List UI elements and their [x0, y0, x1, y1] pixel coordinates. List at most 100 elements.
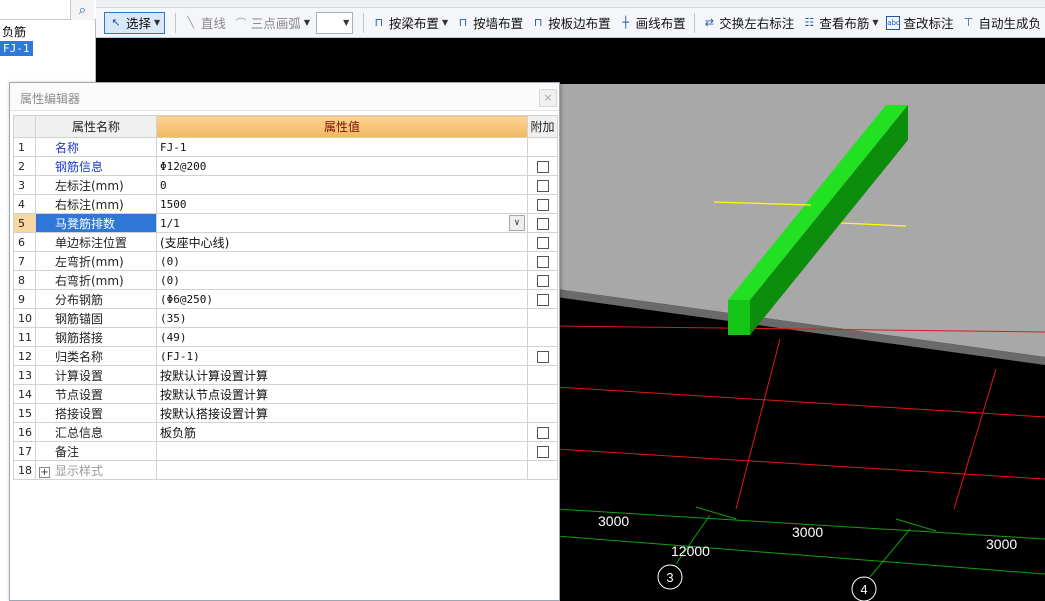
property-add-cell[interactable]: [527, 346, 558, 366]
wall-place-button[interactable]: ⊓ 按墙布置: [452, 12, 527, 34]
toolbar-combo[interactable]: ▼: [316, 11, 354, 34]
property-row[interactable]: 13 计算设置 按默认计算设置计算: [13, 365, 558, 385]
select-button[interactable]: ↖ 选择 ▼: [104, 11, 166, 34]
property-row[interactable]: 9 分布钢筋 (Φ6@250): [13, 289, 558, 309]
arc-button[interactable]: ⌒ 三点画弧 ▼: [230, 12, 314, 34]
property-name[interactable]: 左标注(mm): [35, 175, 157, 195]
property-name[interactable]: 钢筋信息: [35, 156, 157, 176]
check-labels-button[interactable]: abc 查改标注: [882, 12, 957, 34]
property-value[interactable]: 1500: [156, 194, 528, 214]
expand-icon[interactable]: +: [39, 466, 50, 478]
property-value[interactable]: [156, 460, 528, 480]
property-name[interactable]: + 显示样式: [35, 460, 157, 480]
search-icon[interactable]: ⌕: [70, 0, 94, 20]
property-row[interactable]: 18 + 显示样式: [13, 460, 558, 480]
property-value[interactable]: (Φ6@250): [156, 289, 528, 309]
property-add-cell[interactable]: [527, 232, 558, 252]
property-name[interactable]: 右标注(mm): [35, 194, 157, 214]
tree-item-selected[interactable]: FJ-1: [0, 41, 33, 56]
property-row[interactable]: 8 右弯折(mm) (0): [13, 270, 558, 290]
add-checkbox[interactable]: [536, 236, 549, 249]
property-name[interactable]: 归类名称: [35, 346, 157, 366]
property-row[interactable]: 17 备注: [13, 441, 558, 461]
property-name[interactable]: 搭接设置: [35, 403, 157, 423]
property-value[interactable]: [156, 441, 528, 461]
property-row[interactable]: 5 马凳筋排数 1/1 ∨: [13, 213, 558, 233]
property-value[interactable]: 按默认计算设置计算: [156, 365, 528, 385]
property-name[interactable]: 钢筋搭接: [35, 327, 157, 347]
property-row[interactable]: 7 左弯折(mm) (0): [13, 251, 558, 271]
add-checkbox[interactable]: [536, 293, 549, 306]
header-add[interactable]: 附加: [527, 115, 558, 138]
property-value[interactable]: (0): [156, 251, 528, 271]
line-button[interactable]: ╲ 直线: [180, 12, 230, 34]
property-name[interactable]: 节点设置: [35, 384, 157, 404]
close-icon[interactable]: ×: [539, 89, 557, 107]
property-value[interactable]: 按默认节点设置计算: [156, 384, 528, 404]
add-checkbox[interactable]: [536, 217, 549, 230]
property-value[interactable]: FJ-1: [156, 137, 528, 157]
property-row[interactable]: 15 搭接设置 按默认搭接设置计算: [13, 403, 558, 423]
property-name[interactable]: 汇总信息: [35, 422, 157, 442]
property-add-cell[interactable]: [527, 194, 558, 214]
add-checkbox[interactable]: [536, 198, 549, 211]
property-value[interactable]: (0): [156, 270, 528, 290]
property-value[interactable]: (支座中心线): [156, 232, 528, 252]
property-row[interactable]: 2 钢筋信息 Φ12@200: [13, 156, 558, 176]
property-row[interactable]: 4 右标注(mm) 1500: [13, 194, 558, 214]
property-name[interactable]: 备注: [35, 441, 157, 461]
property-value[interactable]: 按默认搭接设置计算: [156, 403, 528, 423]
property-value[interactable]: (35): [156, 308, 528, 328]
view-rebar-button[interactable]: ☷ 查看布筋 ▼: [798, 12, 882, 34]
add-checkbox[interactable]: [536, 179, 549, 192]
property-row[interactable]: 12 归类名称 (FJ-1): [13, 346, 558, 366]
property-editor-title-bar[interactable]: 属性编辑器 ×: [10, 83, 559, 111]
property-value[interactable]: 0: [156, 175, 528, 195]
add-checkbox[interactable]: [536, 160, 549, 173]
property-name[interactable]: 计算设置: [35, 365, 157, 385]
property-value[interactable]: (FJ-1): [156, 346, 528, 366]
property-name[interactable]: 左弯折(mm): [35, 251, 157, 271]
draw-line-place-button[interactable]: ┼ 画线布置: [615, 12, 690, 34]
property-add-cell[interactable]: [527, 441, 558, 461]
property-row[interactable]: 16 汇总信息 板负筋: [13, 422, 558, 442]
property-row[interactable]: 6 单边标注位置 (支座中心线): [13, 232, 558, 252]
property-name[interactable]: 钢筋锚固: [35, 308, 157, 328]
property-value[interactable]: (49): [156, 327, 528, 347]
property-row[interactable]: 14 节点设置 按默认节点设置计算: [13, 384, 558, 404]
property-value[interactable]: 1/1 ∨: [156, 213, 528, 233]
beam-place-button[interactable]: ⊓ 按梁布置 ▼: [368, 12, 452, 34]
property-add-cell[interactable]: [527, 289, 558, 309]
property-value[interactable]: Φ12@200: [156, 156, 528, 176]
add-checkbox[interactable]: [536, 274, 549, 287]
property-add-cell[interactable]: [527, 156, 558, 176]
swap-labels-button[interactable]: ⇄ 交换左右标注: [698, 12, 798, 34]
property-row[interactable]: 10 钢筋锚固 (35): [13, 308, 558, 328]
slab-edge-place-button[interactable]: ⊓ 按板边布置: [527, 12, 615, 34]
tree-item-category[interactable]: 负筋: [0, 25, 26, 40]
property-name[interactable]: 单边标注位置: [35, 232, 157, 252]
header-value[interactable]: 属性值: [156, 115, 528, 138]
property-name[interactable]: 名称: [35, 137, 157, 157]
property-row[interactable]: 3 左标注(mm) 0: [13, 175, 558, 195]
header-name[interactable]: 属性名称: [35, 115, 157, 138]
tree-search-input[interactable]: ⌕: [0, 0, 96, 20]
chevron-down-icon: ▼: [154, 18, 161, 27]
add-checkbox[interactable]: [536, 445, 549, 458]
property-name[interactable]: 马凳筋排数: [35, 213, 157, 233]
property-add-cell[interactable]: [527, 251, 558, 271]
property-row[interactable]: 11 钢筋搭接 (49): [13, 327, 558, 347]
dropdown-chevron-icon[interactable]: ∨: [509, 215, 525, 231]
property-add-cell[interactable]: [527, 213, 558, 233]
property-row[interactable]: 1 名称 FJ-1: [13, 137, 558, 157]
property-name[interactable]: 右弯折(mm): [35, 270, 157, 290]
auto-generate-button[interactable]: ⊤ 自动生成负: [958, 12, 1045, 34]
add-checkbox[interactable]: [536, 350, 549, 363]
property-add-cell[interactable]: [527, 175, 558, 195]
add-checkbox[interactable]: [536, 255, 549, 268]
add-checkbox[interactable]: [536, 426, 549, 439]
property-name[interactable]: 分布钢筋: [35, 289, 157, 309]
property-add-cell[interactable]: [527, 422, 558, 442]
property-value[interactable]: 板负筋: [156, 422, 528, 442]
property-add-cell[interactable]: [527, 270, 558, 290]
